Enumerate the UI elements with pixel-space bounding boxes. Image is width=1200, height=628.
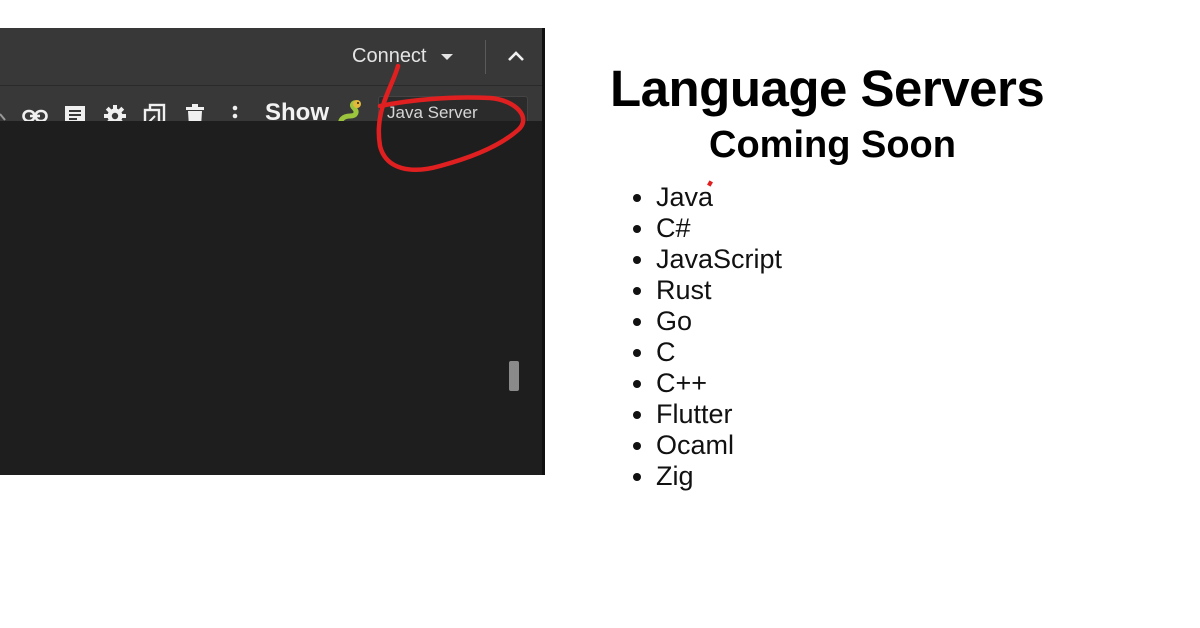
connect-label: Connect xyxy=(352,44,427,67)
list-item: Rust xyxy=(656,275,782,306)
list-item: JavaScript xyxy=(656,244,782,275)
slide: Connect Show Java Server Language Server… xyxy=(0,0,1200,628)
divider xyxy=(485,40,486,74)
list-item: Go xyxy=(656,306,782,337)
list-item: C xyxy=(656,337,782,368)
notebook-screenshot: Connect Show Java Server xyxy=(0,28,545,475)
chevron-up-icon xyxy=(508,51,524,61)
list-item: Ocaml xyxy=(656,430,782,461)
caret-down-icon xyxy=(440,54,453,60)
connect-button[interactable]: Connect xyxy=(352,42,453,70)
page-title: Language Servers xyxy=(610,60,1045,117)
list-item: Java xyxy=(656,182,782,213)
list-item: Zig xyxy=(656,461,782,492)
editor-area[interactable] xyxy=(0,121,545,475)
collapse-button[interactable] xyxy=(500,42,532,70)
title-bar: Connect xyxy=(0,28,545,86)
panel-edge xyxy=(542,28,545,475)
list-item: C++ xyxy=(656,368,782,399)
page-subtitle: Coming Soon xyxy=(709,124,956,166)
scrollbar-thumb[interactable] xyxy=(509,361,519,391)
list-item: Flutter xyxy=(656,399,782,430)
language-list: Java C# JavaScript Rust Go C C++ Flutter… xyxy=(612,182,782,492)
list-item: C# xyxy=(656,213,782,244)
